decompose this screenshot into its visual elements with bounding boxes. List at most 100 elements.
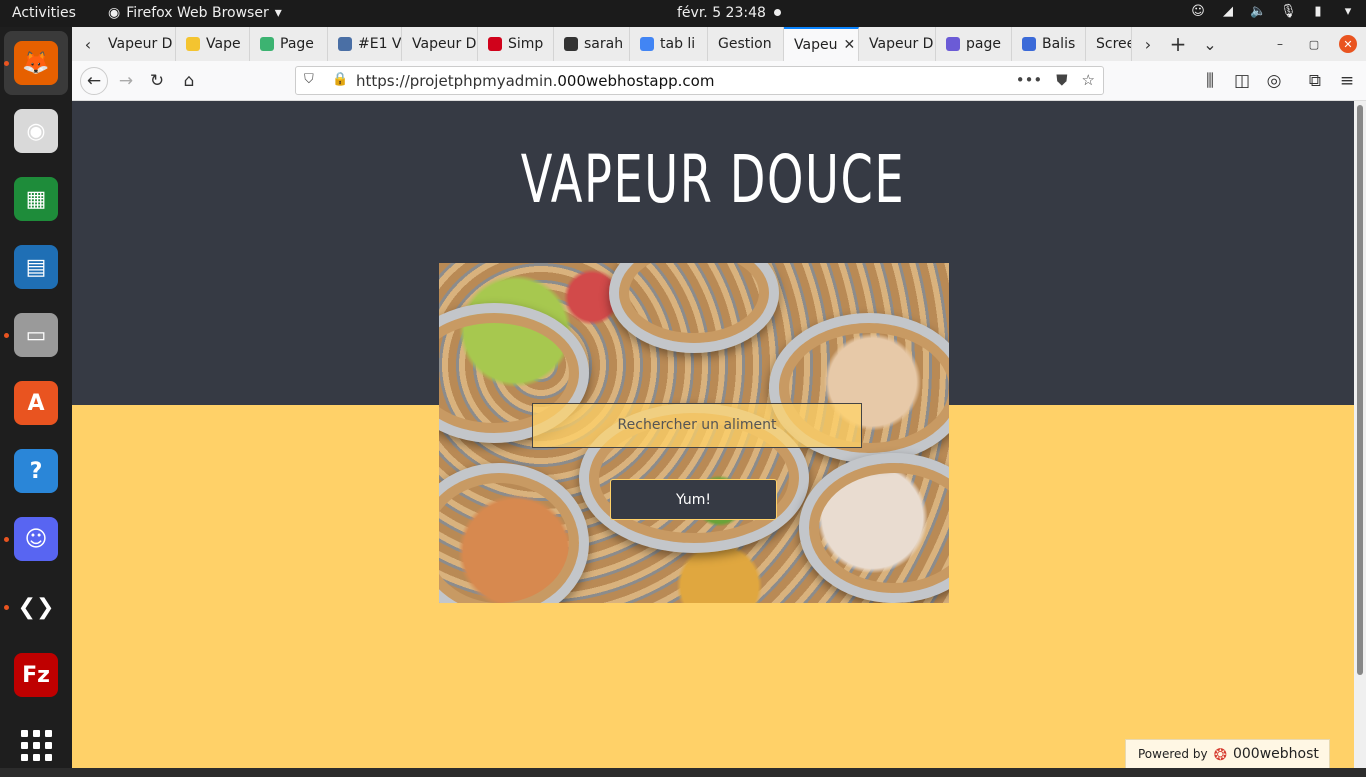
maximize-button[interactable]: ▢: [1302, 27, 1326, 61]
sidebar-icon[interactable]: ◫: [1228, 67, 1256, 95]
dock-item[interactable]: ▤: [4, 235, 68, 299]
tab-label: tab li: [660, 36, 696, 52]
browser-tab[interactable]: Vapeur D: [402, 27, 478, 61]
list-all-tabs-icon[interactable]: ⌄: [1196, 27, 1224, 61]
filezilla-icon: Fz: [14, 653, 58, 697]
clock[interactable]: févr. 5 23:48: [677, 5, 766, 21]
scrollbar-thumb[interactable]: [1357, 105, 1363, 675]
back-button[interactable]: ←: [80, 67, 108, 95]
activities-button[interactable]: Activities: [12, 5, 76, 21]
wifi-icon[interactable]: ◢: [1220, 4, 1236, 19]
scroll-tabs-right-icon[interactable]: ›: [1134, 27, 1162, 61]
browser-tab[interactable]: Simp: [478, 27, 554, 61]
browser-tab[interactable]: Vape: [176, 27, 250, 61]
close-window-button[interactable]: ✕: [1336, 27, 1360, 61]
close-tab-icon[interactable]: ✕: [843, 37, 855, 53]
tab-favicon-icon: [488, 37, 502, 51]
dock-item[interactable]: ▦: [4, 167, 68, 231]
steamer-basket: [439, 463, 589, 603]
microphone-icon[interactable]: 🎙: [1280, 4, 1297, 19]
vscode-icon: ❮❯: [14, 585, 58, 629]
running-indicator-icon: [4, 333, 9, 338]
steamer-basket: [799, 453, 949, 603]
app-menu-label: Firefox Web Browser: [126, 5, 269, 21]
tab-favicon-icon: [186, 37, 200, 51]
tab-label: Vapeur D: [869, 36, 934, 52]
dock-item[interactable]: Fz: [4, 643, 68, 707]
tab-favicon-icon: [640, 37, 654, 51]
dock-item[interactable]: 🦊: [4, 31, 68, 95]
extensions-icon[interactable]: ⧉: [1301, 67, 1329, 95]
tab-favicon-icon: [260, 37, 274, 51]
app-menu[interactable]: ◉ Firefox Web Browser ▾: [108, 5, 282, 21]
scroll-tabs-left-icon[interactable]: ‹: [76, 27, 100, 61]
calc-icon: ▦: [14, 177, 58, 221]
browser-tab[interactable]: tab li: [630, 27, 708, 61]
tab-favicon-icon: [338, 37, 352, 51]
browser-tab[interactable]: Vapeur D: [859, 27, 936, 61]
bookmark-star-icon[interactable]: ☆: [1082, 71, 1095, 89]
running-indicator-icon: [4, 605, 9, 610]
browser-tab[interactable]: Scree: [1086, 27, 1132, 61]
page-actions-icon[interactable]: •••: [1016, 71, 1043, 89]
browser-tab[interactable]: Vapeur D: [98, 27, 176, 61]
dock-item[interactable]: A: [4, 371, 68, 435]
writer-icon: ▤: [14, 245, 58, 289]
tab-favicon-icon: [946, 37, 960, 51]
account-icon[interactable]: ◎: [1260, 67, 1288, 95]
help-icon: ?: [14, 449, 58, 493]
tab-label: Vape: [206, 36, 241, 52]
volume-icon[interactable]: 🔈: [1250, 4, 1266, 19]
page-viewport: VAPEUR DOUCE Rechercher un aliment Yum! …: [72, 101, 1354, 768]
reload-button[interactable]: ↻: [143, 67, 171, 95]
tab-label: Vapeur D: [108, 36, 173, 52]
tab-favicon-icon: [1022, 37, 1036, 51]
notification-dot-icon: [774, 9, 781, 16]
browser-tab[interactable]: Vapeu ✕: [784, 27, 859, 61]
browser-tab[interactable]: #E1 V: [328, 27, 402, 61]
show-applications-button[interactable]: [4, 713, 68, 777]
rhythmbox-icon: ◉: [14, 109, 58, 153]
minimize-button[interactable]: –: [1268, 27, 1292, 61]
pocket-icon[interactable]: ⛊: [1056, 71, 1067, 89]
new-tab-button[interactable]: +: [1164, 27, 1192, 61]
browser-tab[interactable]: Page: [250, 27, 328, 61]
library-icon[interactable]: ⫼: [1196, 67, 1224, 95]
battery-icon[interactable]: ▮: [1310, 4, 1326, 19]
dock-item[interactable]: ▭: [4, 303, 68, 367]
running-indicator-icon: [4, 61, 9, 66]
search-input[interactable]: Rechercher un aliment: [532, 403, 862, 448]
browser-tab[interactable]: Balis: [1012, 27, 1086, 61]
dock-item[interactable]: ◉: [4, 99, 68, 163]
yum-submit-button[interactable]: Yum!: [610, 479, 777, 520]
lock-icon[interactable]: 🔒: [332, 72, 348, 87]
firefox-icon: 🦊: [14, 41, 58, 85]
menu-icon[interactable]: ≡: [1333, 67, 1361, 95]
dock-item[interactable]: ❮❯: [4, 575, 68, 639]
tab-label: Gestion: [718, 36, 772, 52]
powered-by-label: Powered by: [1138, 747, 1208, 761]
tab-favicon-icon: [564, 37, 578, 51]
home-button[interactable]: ⌂: [175, 67, 203, 95]
url-text[interactable]: https://projetphpmyadmin.000webhostapp.c…: [356, 72, 714, 90]
forward-button[interactable]: →: [112, 67, 140, 95]
files-icon: ▭: [14, 313, 58, 357]
tab-label: page: [966, 36, 1001, 52]
system-tray[interactable]: ☺ ◢ 🔈 🎙 ▮ ▾: [1190, 4, 1356, 19]
dock-item[interactable]: ?: [4, 439, 68, 503]
powered-by-badge[interactable]: Powered by ❂ 000webhost: [1125, 739, 1330, 768]
tab-label: Scree: [1096, 36, 1132, 52]
page-scrollbar[interactable]: [1354, 101, 1366, 768]
browser-tab[interactable]: sarah: [554, 27, 630, 61]
dock-item[interactable]: ☺: [4, 507, 68, 571]
browser-tab[interactable]: Gestion: [708, 27, 784, 61]
powered-by-brand: 000webhost: [1232, 746, 1319, 762]
system-top-bar: Activities ◉ Firefox Web Browser ▾ févr.…: [0, 0, 1366, 27]
url-bar[interactable]: ⛉ 🔒 https://projetphpmyadmin.000webhosta…: [295, 66, 1104, 95]
tracking-shield-icon[interactable]: ⛉: [304, 72, 314, 87]
discord-tray-icon[interactable]: ☺: [1190, 4, 1206, 19]
chevron-down-icon[interactable]: ▾: [1340, 4, 1356, 19]
chevron-down-icon: ▾: [274, 5, 282, 21]
tab-label: Vapeu: [794, 37, 838, 53]
browser-tab[interactable]: page: [936, 27, 1012, 61]
